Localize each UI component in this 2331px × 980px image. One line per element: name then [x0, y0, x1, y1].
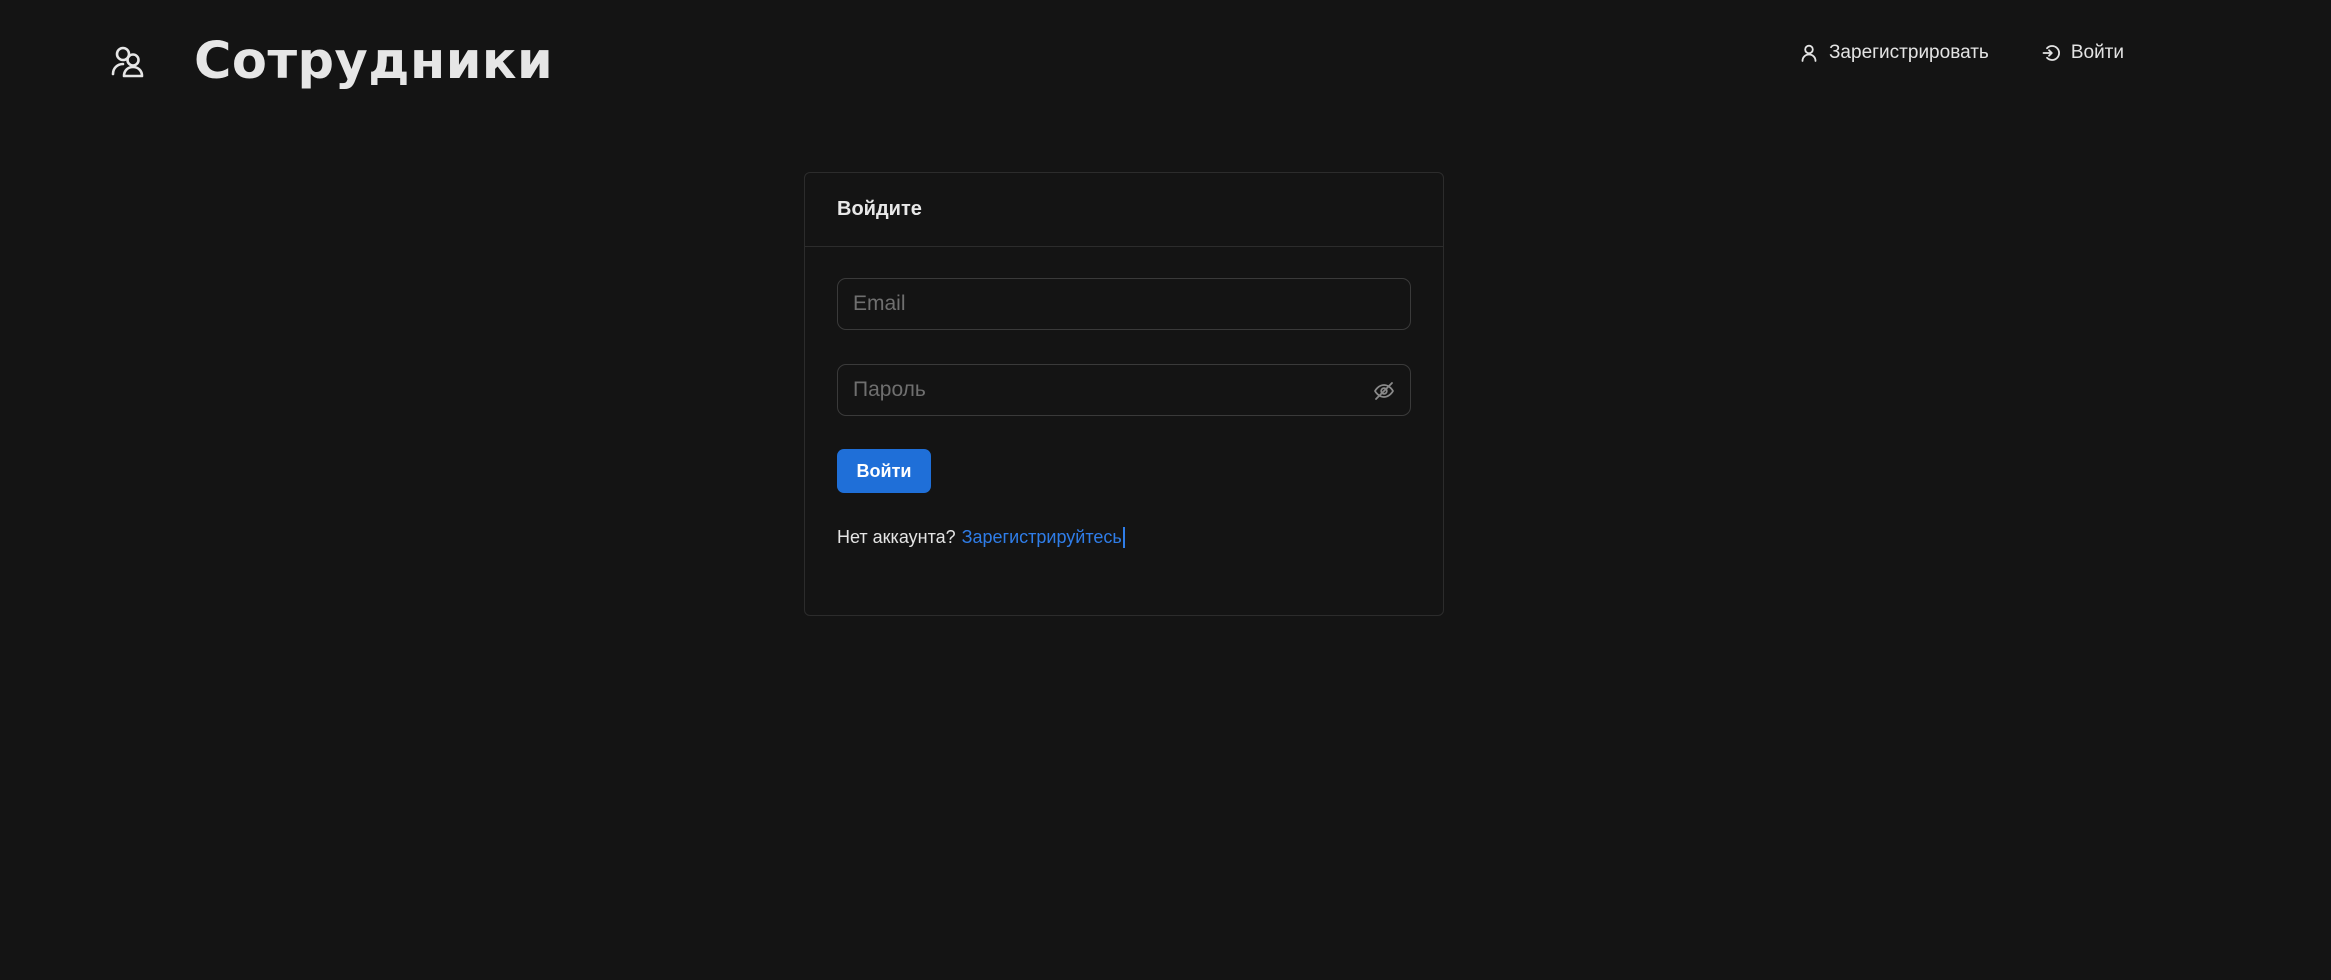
- login-icon: [2041, 43, 2061, 63]
- eye-off-icon[interactable]: [1372, 379, 1396, 403]
- page-title: Сотрудники: [194, 31, 554, 91]
- login-card-title: Войдите: [837, 198, 922, 220]
- email-input[interactable]: [838, 278, 1410, 330]
- register-prompt: Нет аккаунта? Зарегистрируйтесь: [837, 527, 1125, 548]
- no-account-text: Нет аккаунта?: [837, 527, 956, 547]
- login-submit-button[interactable]: Войти: [837, 449, 931, 493]
- page: Сотрудники Зарегистрировать Войти Войдит…: [0, 0, 2331, 980]
- user-icon: [1799, 43, 1819, 63]
- password-field-wrapper: [837, 364, 1411, 416]
- login-card-header: Войдите: [805, 173, 1443, 247]
- email-field-wrapper: [837, 278, 1411, 330]
- nav-login-label: Войти: [2070, 42, 2124, 63]
- app-header: Сотрудники Зарегистрировать Войти: [0, 0, 2331, 125]
- users-icon: [108, 41, 148, 81]
- password-input[interactable]: [838, 364, 1410, 416]
- login-card: Войдите Войти Нет аккаунта? Зарегистриру…: [804, 172, 1444, 616]
- brand[interactable]: Сотрудники: [108, 26, 553, 96]
- register-link[interactable]: Зарегистрируйтесь: [962, 527, 1125, 548]
- nav-login-link[interactable]: Войти: [2041, 42, 2124, 64]
- nav-register-link[interactable]: Зарегистрировать: [1799, 42, 1989, 64]
- top-nav: Зарегистрировать Войти: [1799, 35, 2124, 71]
- nav-register-label: Зарегистрировать: [1828, 42, 1989, 63]
